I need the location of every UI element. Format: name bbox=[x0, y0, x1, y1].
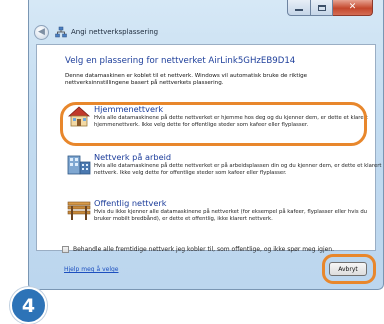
maximize-button[interactable] bbox=[311, 0, 333, 16]
back-arrow-icon: ◀ bbox=[38, 27, 45, 37]
help-link[interactable]: Hjelp meg å velge bbox=[64, 266, 119, 273]
close-icon: ✕ bbox=[348, 2, 357, 12]
option-description: Hvis du ikke kjenner alle datamaskinene … bbox=[94, 209, 368, 222]
close-button[interactable]: ✕ bbox=[333, 0, 373, 16]
intro-text: Denne datamaskinen er koblet til et nett… bbox=[65, 73, 308, 86]
caption-buttons: ✕ bbox=[287, 0, 373, 16]
option-title: Offentlig nettverk bbox=[94, 198, 167, 208]
minimize-button[interactable] bbox=[287, 0, 311, 16]
network-icon bbox=[55, 26, 67, 38]
home-network-icon bbox=[67, 106, 91, 127]
title-bar: ◀ Angi nettverksplassering bbox=[34, 24, 158, 40]
window-title: Angi nettverksplassering bbox=[71, 28, 159, 36]
public-network-icon bbox=[67, 201, 91, 220]
option-title: Nettverk på arbeid bbox=[94, 152, 172, 162]
minimize-icon bbox=[295, 8, 303, 11]
option-title: Hjemmenettverk bbox=[94, 104, 164, 114]
maximize-icon bbox=[317, 4, 326, 11]
checkbox-label: Behandle alle fremtidige nettverk jeg ko… bbox=[73, 246, 335, 253]
page-heading: Velg en plassering for nettverket AirLin… bbox=[65, 56, 296, 66]
option-description: Hvis alle datamaskinene på dette nettver… bbox=[94, 115, 368, 128]
cancel-button[interactable]: Avbryt bbox=[329, 262, 367, 276]
step-badge: 4 bbox=[10, 287, 47, 324]
back-button[interactable]: ◀ bbox=[34, 24, 49, 40]
treat-as-public-checkbox-row[interactable]: Behandle alle fremtidige nettverk jeg ko… bbox=[62, 246, 334, 253]
treat-as-public-checkbox[interactable] bbox=[62, 246, 69, 253]
work-network-icon bbox=[67, 155, 91, 175]
option-description: Hvis alle datamaskinene på dette nettver… bbox=[94, 163, 382, 176]
